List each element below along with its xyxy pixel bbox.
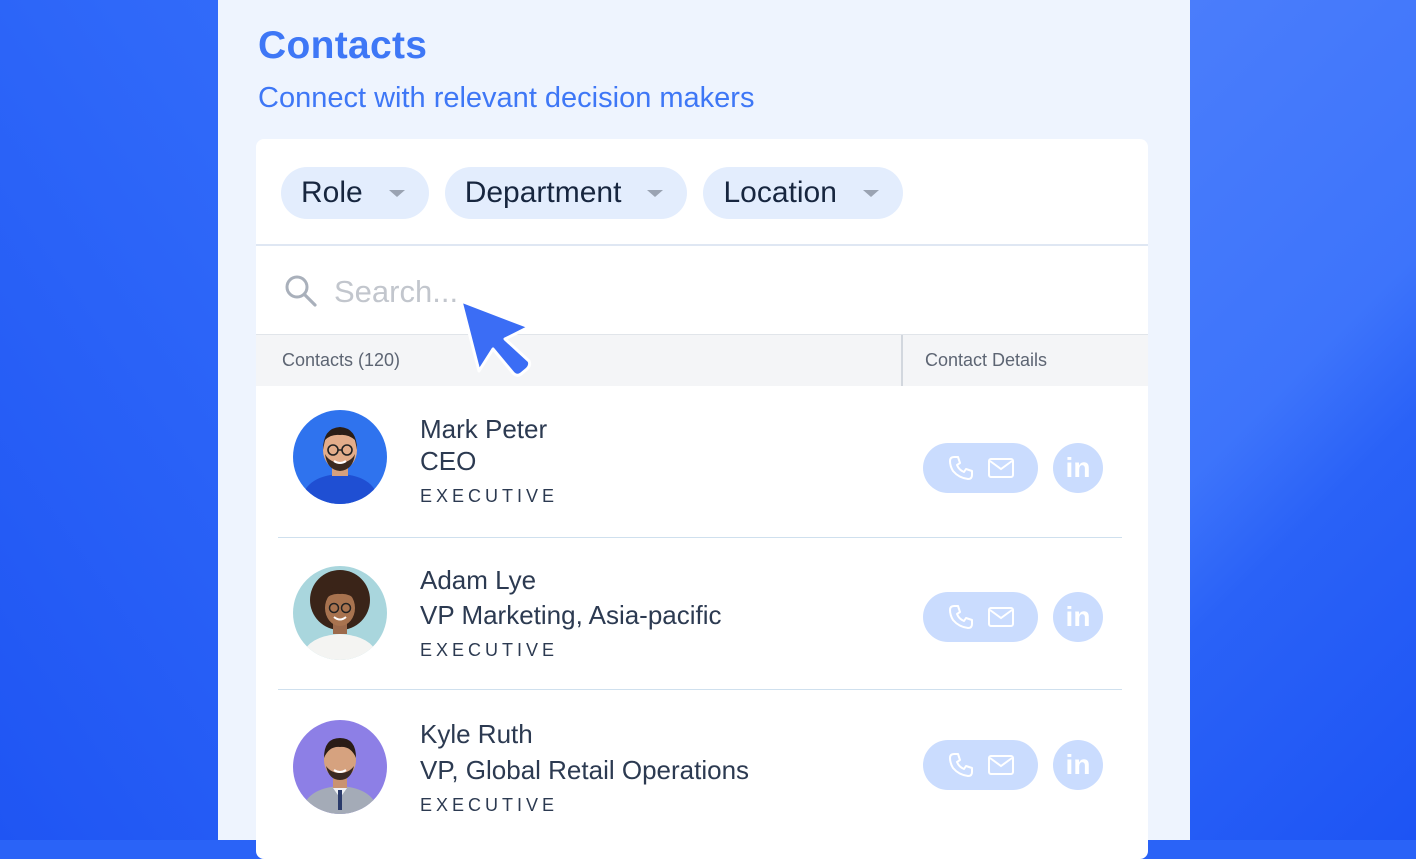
linkedin-icon[interactable]: in bbox=[1053, 740, 1103, 790]
mail-icon[interactable] bbox=[987, 754, 1015, 776]
background-right-facet bbox=[1190, 0, 1416, 840]
contact-actions bbox=[923, 443, 1038, 493]
phone-icon[interactable] bbox=[947, 454, 975, 482]
column-divider bbox=[901, 335, 903, 386]
contact-title: VP Marketing, Asia-pacific bbox=[420, 600, 722, 630]
page-title: Contacts bbox=[258, 24, 428, 67]
mail-icon[interactable] bbox=[987, 606, 1015, 628]
cursor-arrow-icon bbox=[459, 299, 532, 377]
contact-row[interactable]: Kyle Ruth VP, Global Retail Operations E… bbox=[256, 690, 1148, 842]
phone-icon[interactable] bbox=[947, 603, 975, 631]
contact-level: EXECUTIVE bbox=[420, 640, 559, 660]
contact-row[interactable]: Mark Peter CEO EXECUTIVE in bbox=[256, 385, 1148, 537]
filter-department[interactable]: Department bbox=[444, 167, 688, 219]
table-header: Contacts (120) Contact Details bbox=[256, 334, 1148, 386]
linkedin-icon[interactable]: in bbox=[1053, 592, 1103, 642]
contact-title: CEO bbox=[420, 446, 477, 476]
contact-actions bbox=[923, 592, 1038, 642]
linkedin-icon[interactable]: in bbox=[1053, 443, 1103, 493]
search-icon bbox=[285, 275, 317, 307]
column-header-contacts: Contacts (120) bbox=[282, 350, 401, 370]
page-subtitle: Connect with relevant decision makers bbox=[258, 82, 755, 114]
avatar bbox=[293, 566, 387, 660]
search-bar bbox=[256, 246, 1148, 334]
contact-name: Mark Peter bbox=[420, 414, 548, 444]
column-header-contact-details: Contact Details bbox=[925, 350, 1048, 370]
search-input[interactable] bbox=[332, 268, 936, 316]
contact-row[interactable]: Adam Lye VP Marketing, Asia-pacific EXEC… bbox=[256, 538, 1148, 690]
filter-label: Department bbox=[464, 176, 622, 209]
mail-icon[interactable] bbox=[987, 457, 1015, 479]
filter-label: Location bbox=[723, 176, 837, 209]
caret-down-icon bbox=[388, 189, 405, 197]
contacts-card: Role Department Location Contacts (120) bbox=[256, 139, 1148, 859]
contact-name: Adam Lye bbox=[420, 565, 537, 595]
contact-level: EXECUTIVE bbox=[420, 486, 559, 506]
avatar bbox=[293, 720, 387, 814]
contact-level: EXECUTIVE bbox=[420, 795, 559, 815]
contact-actions bbox=[923, 740, 1038, 790]
contacts-panel: Contacts Connect with relevant decision … bbox=[218, 0, 1190, 859]
caret-down-icon bbox=[862, 189, 879, 197]
filter-label: Role bbox=[301, 176, 363, 209]
avatar bbox=[293, 410, 387, 504]
filter-role[interactable]: Role bbox=[281, 167, 429, 219]
filter-location[interactable]: Location bbox=[703, 167, 903, 219]
filter-bar: Role Department Location bbox=[281, 167, 903, 219]
phone-icon[interactable] bbox=[947, 751, 975, 779]
caret-down-icon bbox=[647, 189, 664, 197]
contact-name: Kyle Ruth bbox=[420, 719, 533, 749]
contact-title: VP, Global Retail Operations bbox=[420, 755, 750, 785]
